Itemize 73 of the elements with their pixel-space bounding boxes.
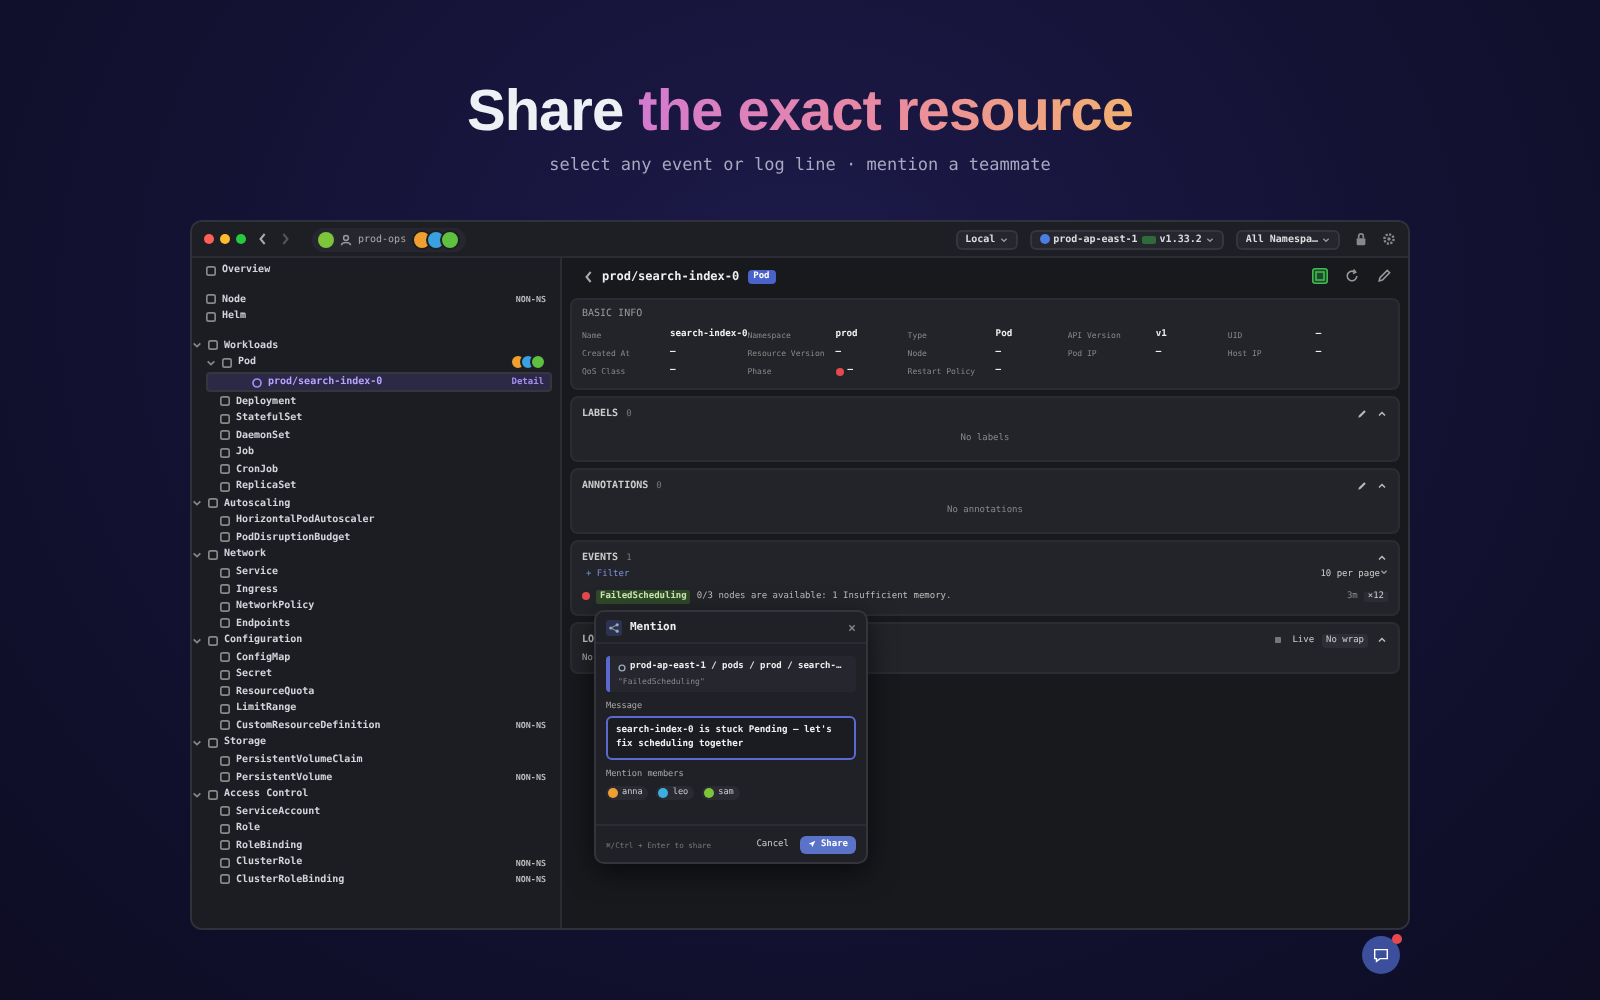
close-icon[interactable] [848,623,856,631]
square-icon [220,618,230,629]
back-icon[interactable] [258,232,268,246]
hero-title: Share [467,80,624,144]
maximize-icon[interactable] [236,234,246,244]
square-icon [208,737,218,748]
close-icon[interactable] [204,234,214,244]
square-icon [220,515,230,526]
minimize-icon[interactable] [220,234,230,244]
settings-icon[interactable] [1382,232,1396,246]
hero-subtitle: select any event or log line · mention a teammate [549,156,1051,176]
lock-icon[interactable] [1354,232,1368,246]
refresh-icon[interactable] [1344,268,1360,284]
square-icon [206,265,216,276]
workspace-avatar [318,231,334,247]
chat-button[interactable] [1362,936,1400,974]
chevron-icon[interactable] [206,357,216,368]
square-icon [208,340,218,351]
edit-icon[interactable] [1356,408,1368,420]
square-icon [208,789,218,800]
edit-icon[interactable] [1356,480,1368,492]
caret-icon [1322,235,1330,243]
circle-icon [252,377,262,387]
chevron-icon[interactable] [192,498,202,509]
square-icon [220,447,230,458]
caret-icon [999,235,1008,243]
square-icon [208,498,218,509]
square-icon [220,703,230,714]
square-icon [220,772,230,783]
square-icon [220,567,230,578]
edit-icon[interactable] [1376,268,1392,284]
square-icon [208,635,218,646]
share-icon [606,619,622,635]
chat-icon [1372,946,1390,964]
chevron-icon[interactable] [192,635,202,646]
person-icon [340,233,352,245]
square-icon [220,857,230,868]
square-icon [222,357,232,368]
square-icon [220,532,230,543]
square-icon [220,584,230,595]
square-icon [220,720,230,731]
collapse-icon[interactable] [1376,552,1388,564]
send-icon [808,840,817,848]
square-icon [220,669,230,680]
square-icon [220,430,230,441]
square-icon [220,464,230,475]
caret-icon [1380,568,1388,576]
square-icon [220,396,230,407]
square-icon [220,686,230,697]
circle-icon [618,663,626,671]
chevron-icon[interactable] [192,549,202,560]
terminal-icon[interactable] [1312,268,1328,284]
caret-icon [1205,235,1214,243]
environment-tag [1141,235,1156,243]
back-icon[interactable] [584,269,594,283]
square-icon [220,652,230,663]
square-icon [206,294,216,305]
square-icon [220,755,230,766]
square-icon [220,840,230,851]
square-icon [206,311,216,322]
square-icon [220,874,230,885]
collapse-icon[interactable] [1376,480,1388,492]
chevron-icon[interactable] [192,737,202,748]
square-icon [220,413,230,424]
square-icon [220,823,230,834]
collapse-icon[interactable] [1376,634,1388,646]
square-icon [220,806,230,817]
square-icon [220,601,230,612]
square-icon [220,481,230,492]
chevron-icon[interactable] [192,789,202,800]
square-icon [208,549,218,560]
collapse-icon[interactable] [1376,408,1388,420]
chevron-icon[interactable] [192,340,202,351]
